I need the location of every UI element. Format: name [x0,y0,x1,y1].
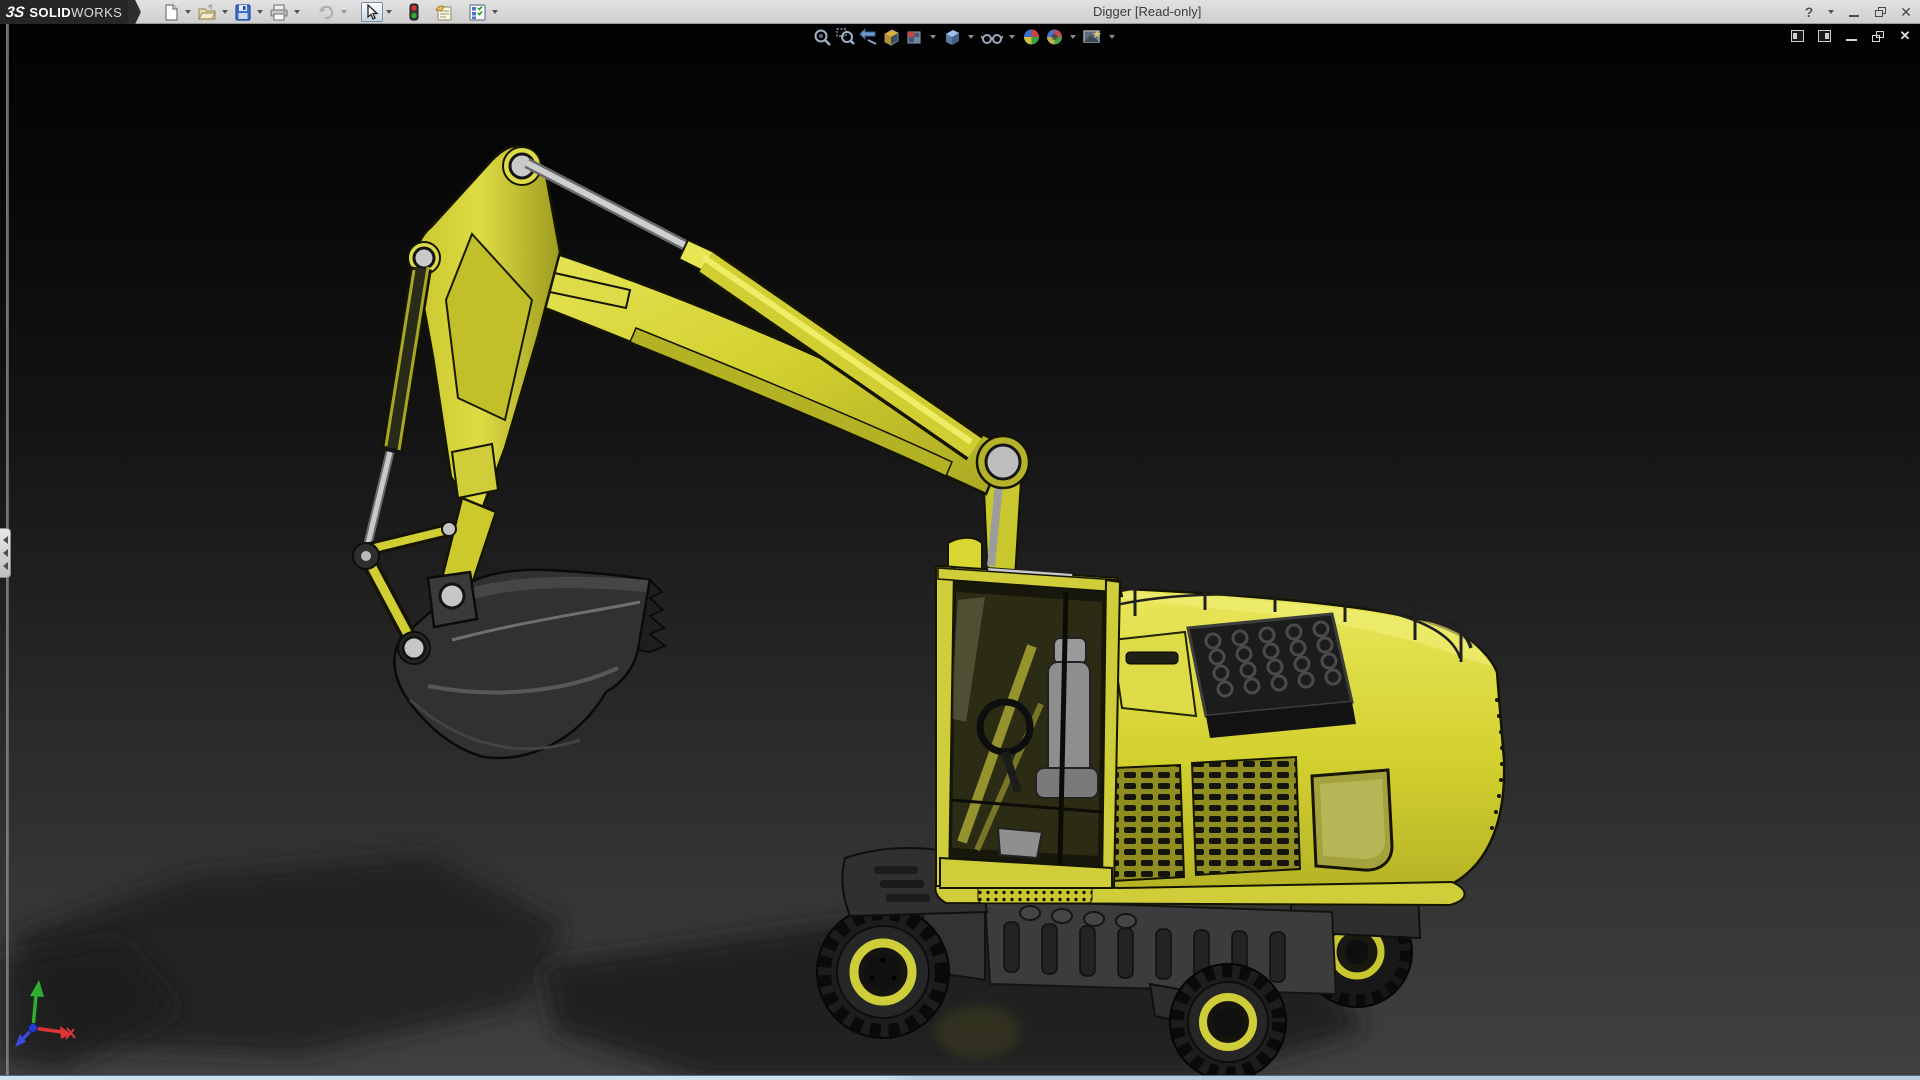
collapsed-pane-tab[interactable] [0,528,11,578]
collapse-left-pane-button[interactable] [1788,28,1806,44]
bottom-edge-strip [0,1075,1920,1080]
collapse-right-pane-button[interactable] [1815,28,1833,44]
document-title: Digger [Read-only] [1093,4,1201,19]
new-document-dropdown[interactable] [185,10,191,14]
help-icon: ? [1805,4,1814,20]
close-icon: ✕ [1900,28,1911,44]
hide-show-items-dropdown[interactable] [1009,35,1015,39]
heads-up-view-toolbar [812,27,1119,47]
ds-logo-glyph: 3S [5,4,26,21]
doc-minimize-button[interactable] [1842,28,1860,44]
minimize-icon [1849,15,1859,17]
zoom-to-fit-button[interactable] [812,27,833,47]
doc-close-button[interactable]: ✕ [1896,28,1914,44]
save-floppy-icon [235,4,251,21]
options-dropdown[interactable] [492,10,498,14]
file-properties-icon [435,4,453,21]
eyeglasses-icon [981,28,1003,46]
pane-right-icon [1818,30,1831,42]
display-style-button[interactable] [942,27,963,47]
main-toolbar [160,1,502,23]
open-folder-icon [198,4,216,21]
restore-icon [1875,7,1886,17]
rebuild-button[interactable] [406,2,422,22]
undo-button[interactable] [314,2,338,22]
open-dropdown[interactable] [222,10,228,14]
apply-scene-dropdown[interactable] [1070,35,1076,39]
zoom-to-area-icon [836,28,855,46]
app-close-button[interactable]: ✕ [1896,2,1916,22]
cab [936,538,1122,888]
apply-scene-button[interactable] [1044,27,1065,47]
appearance-sphere-icon [1022,28,1041,46]
view-settings-button[interactable] [1082,27,1104,47]
section-view-button[interactable] [881,27,902,47]
wheel-front-right [1170,964,1286,1080]
app-restore-button[interactable] [1870,2,1890,22]
window-controls: ? ✕ [1799,0,1916,24]
new-document-button[interactable] [160,2,182,22]
display-style-icon [943,28,962,46]
print-button[interactable] [267,2,291,22]
hide-show-items-button[interactable] [980,27,1004,47]
traffic-light-icon [409,3,419,21]
collapse-arrow-icon [3,536,8,544]
close-icon: ✕ [1900,4,1912,21]
select-cursor-icon [365,4,379,21]
title-bar: 3S SOLID WORKS [0,0,1920,24]
select-button[interactable] [361,2,383,22]
collapse-arrow-icon [3,549,8,557]
select-dropdown[interactable] [386,10,392,14]
view-settings-dropdown[interactable] [1109,35,1115,39]
solidworks-logo: 3S SOLID WORKS [0,0,128,24]
zoom-to-fit-icon [813,28,832,46]
new-document-icon [163,4,179,21]
document-window-controls: ✕ [1788,27,1914,45]
options-button[interactable] [466,2,489,22]
help-button[interactable]: ? [1799,2,1819,22]
view-settings-icon [1083,28,1103,46]
zoom-to-area-button[interactable] [835,27,856,47]
section-view-icon [882,28,901,46]
menu-flyout-arrow[interactable] [128,0,141,24]
help-dropdown[interactable] [1828,10,1834,14]
save-dropdown[interactable] [257,10,263,14]
save-button[interactable] [232,2,254,22]
doc-restore-button[interactable] [1869,28,1887,44]
viewport[interactable]: ✕ *Dimetric [0,24,1920,1075]
wheel-front-left [817,906,949,1038]
undo-dropdown[interactable] [341,10,347,14]
undo-arrow-icon [317,4,335,21]
app-minimize-button[interactable] [1844,2,1864,22]
edit-appearance-button[interactable] [1021,27,1042,47]
print-dropdown[interactable] [294,10,300,14]
printer-icon [270,4,288,21]
open-button[interactable] [195,2,219,22]
solidworks-window: ✕ *Dimetric 3S SOLID WORKS [0,0,1920,1080]
boom-arm [353,146,1029,758]
previous-view-button[interactable] [858,27,879,47]
minimize-icon [1846,39,1857,41]
restore-icon [1872,31,1884,42]
view-orientation-dropdown[interactable] [930,35,936,39]
view-orientation-button[interactable] [904,27,925,47]
previous-view-icon [859,28,878,46]
scene-sphere-icon [1045,28,1064,46]
view-orientation-icon [905,28,924,46]
excavator-model [0,0,1920,1080]
pane-left-icon [1791,30,1804,42]
options-checklist-icon [469,4,486,21]
collapse-arrow-icon [3,562,8,570]
file-properties-button[interactable] [432,2,456,22]
display-style-dropdown[interactable] [968,35,974,39]
